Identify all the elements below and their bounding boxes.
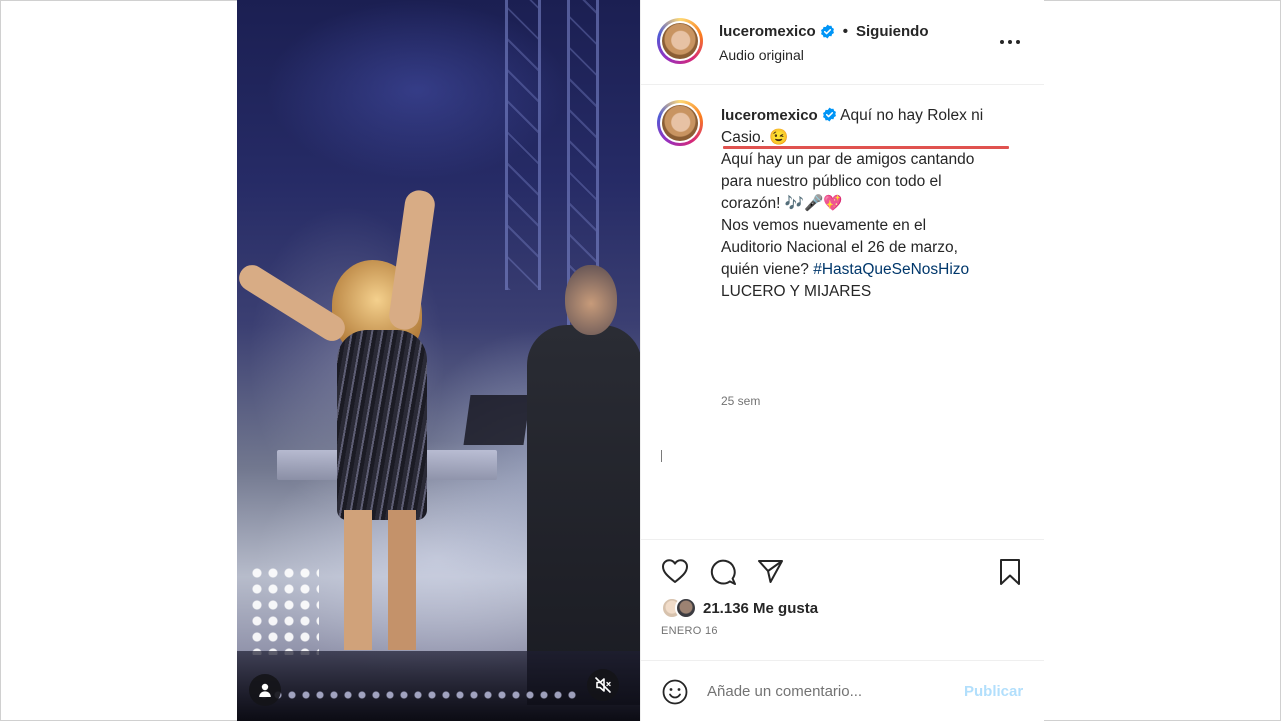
text-cursor: [661, 450, 662, 462]
likes-row: 21.136 Me gusta: [661, 597, 818, 619]
post-age: 25 sem: [721, 394, 761, 408]
caption-line: Auditorio Nacional el 26 de marzo,: [721, 239, 958, 256]
caption-area: luceromexico Aquí no hay Rolex ni Casio.…: [641, 84, 1044, 539]
annotation-underline: [723, 146, 1009, 149]
profile-avatar[interactable]: [657, 18, 703, 64]
stage-lights: [249, 565, 319, 655]
stage-truss: [505, 0, 541, 290]
comment-icon[interactable]: [709, 558, 737, 586]
caption-signature: LUCERO Y MIJARES: [721, 283, 872, 300]
caption-username[interactable]: luceromexico: [721, 107, 818, 124]
user-tag-button[interactable]: [249, 674, 281, 706]
share-icon[interactable]: [757, 558, 785, 584]
comment-input[interactable]: [707, 679, 947, 703]
following-button[interactable]: Siguiendo: [856, 23, 929, 40]
header-username[interactable]: luceromexico: [719, 23, 816, 40]
floor-lights: [257, 689, 577, 701]
mute-icon: [595, 677, 611, 693]
more-options-icon[interactable]: [999, 32, 1021, 52]
heart-icon[interactable]: [661, 558, 689, 584]
emoji-icon[interactable]: [662, 679, 688, 705]
separator-dot: •: [842, 23, 848, 40]
caption-line: Nos vemos nuevamente en el: [721, 217, 927, 234]
post-video[interactable]: [237, 0, 640, 721]
caption-text: luceromexico Aquí no hay Rolex ni Casio.…: [721, 105, 1021, 303]
caption-line: para nuestro público con todo el: [721, 173, 942, 190]
caption-first-line: luceromexico Aquí no hay Rolex ni: [721, 105, 1021, 127]
verified-badge-icon: [822, 107, 836, 122]
likes-count[interactable]: 21.136 Me gusta: [703, 600, 818, 617]
post-header: luceromexico • Siguiendo Audio original: [641, 0, 1044, 85]
header-user-line: luceromexico • Siguiendo: [719, 23, 928, 40]
caption-line: quién viene?: [721, 261, 809, 278]
performer-woman: [332, 260, 442, 650]
post-actions: 21.136 Me gusta ENERO 16: [641, 539, 1044, 661]
liker-avatar[interactable]: [675, 597, 697, 619]
caption-hashtag-line: quién viene? #HastaQueSeNosHizo: [721, 259, 1021, 281]
post-date: ENERO 16: [661, 625, 718, 637]
bookmark-icon[interactable]: [997, 558, 1023, 586]
hashtag-link[interactable]: #HastaQueSeNosHizo: [813, 261, 969, 278]
stage-floor: [237, 651, 640, 721]
caption-avatar[interactable]: [657, 100, 703, 146]
user-tag-icon: [259, 683, 271, 697]
post-side-panel: luceromexico • Siguiendo Audio original …: [640, 0, 1044, 721]
verified-badge-icon: [820, 24, 834, 39]
caption-line: Aquí no hay Rolex ni: [840, 107, 984, 124]
music-stand: [463, 395, 531, 445]
publish-button[interactable]: Publicar: [964, 683, 1023, 700]
mute-button[interactable]: [587, 669, 619, 701]
caption-line: Aquí hay un par de amigos cantando: [721, 151, 975, 168]
comment-bar: Publicar: [641, 660, 1044, 722]
caption-line: corazón! 🎶🎤💖: [721, 195, 843, 212]
performer-man: [527, 265, 640, 705]
audio-link[interactable]: Audio original: [719, 47, 804, 63]
